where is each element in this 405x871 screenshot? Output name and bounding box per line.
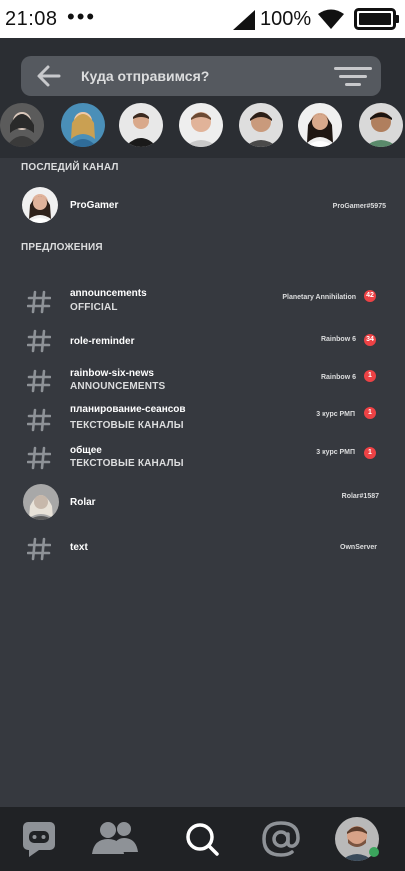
search-icon[interactable] [183,820,223,858]
item-subtitle: OFFICIAL [70,302,118,313]
status-time: 21:08 [5,8,58,30]
story-avatar-5[interactable] [239,103,283,147]
unread-badge: 1 [364,370,376,382]
friends-icon[interactable] [90,820,140,858]
item-title: общее [70,445,102,456]
item-meta: ProGamer#5975 [332,203,386,210]
unread-badge: 1 [364,447,376,459]
hash-icon [27,369,51,393]
wifi-icon [318,9,344,29]
status-dots: ••• [67,4,97,29]
item-meta: Planetary Annihilation [282,294,356,301]
item-meta: OwnServer [340,544,377,551]
hash-icon [27,329,51,353]
story-avatar-3[interactable] [119,103,163,147]
unread-badge: 42 [364,290,376,302]
last-channel-item[interactable]: ProGamer ProGamer#5975 [0,186,405,224]
item-title: rainbow-six-news [70,368,154,379]
story-avatar-4[interactable] [179,103,223,147]
suggestion-row[interactable]: rainbow-six-news ANNOUNCEMENTS Rainbow 6… [0,364,405,402]
story-avatar-1[interactable] [0,103,44,147]
hash-icon [27,446,51,470]
hash-icon [27,408,51,432]
last-channel-title: ПОСЛЕДИЙ КАНАЛ [21,162,119,173]
search-bar[interactable] [21,56,381,96]
unread-badge: 34 [364,334,376,346]
signal-icon [233,10,255,30]
suggestion-row[interactable]: Rolar Rolar#1587 [0,483,405,521]
discord-icon[interactable] [21,820,61,858]
story-avatar-6[interactable] [298,103,342,147]
hash-icon [27,290,51,314]
avatar [23,484,59,520]
back-arrow-icon[interactable] [35,64,63,88]
story-avatar-2[interactable] [61,103,105,147]
item-meta: Rolar#1587 [341,493,379,500]
item-meta: Rainbow 6 [320,374,356,381]
suggestion-row[interactable]: общее ТЕКСТОВЫЕ КАНАЛЫ 3 курс РМП 1 [0,441,405,479]
battery-icon [354,8,399,30]
suggestion-row[interactable]: announcements OFFICIAL Planetary Annihil… [0,284,405,322]
avatar [22,187,58,223]
item-title: планирование-сеансов [70,404,186,415]
story-avatar-7[interactable] [359,103,403,147]
suggestion-row[interactable]: role-reminder Rainbow 6 34 [0,325,405,363]
battery-percent: 100% [260,8,312,30]
hash-icon [27,537,51,561]
bottom-nav [0,807,405,871]
filter-icon[interactable] [334,65,372,89]
item-subtitle: ANNOUNCEMENTS [70,381,166,392]
status-bar: 21:08 ••• 100% [0,0,405,38]
item-subtitle: ТЕКСТОВЫЕ КАНАЛЫ [70,458,184,469]
mentions-icon[interactable] [261,820,301,858]
item-subtitle: ТЕКСТОВЫЕ КАНАЛЫ [70,420,184,431]
item-title: Rolar [70,497,96,508]
online-status-indicator [369,847,379,857]
suggestion-row[interactable]: text OwnServer [0,535,405,573]
item-title: announcements [70,288,147,299]
item-title: text [70,542,88,553]
item-title: ProGamer [70,200,119,211]
item-title: role-reminder [70,336,135,347]
suggestions-title: ПРЕДЛОЖЕНИЯ [21,242,103,253]
search-input[interactable] [81,56,331,96]
item-meta: Rainbow 6 [320,336,356,343]
stories-row [0,103,405,149]
suggestion-row[interactable]: планирование-сеансов ТЕКСТОВЫЕ КАНАЛЫ 3 … [0,401,405,439]
item-meta: 3 курс РМП [316,449,355,456]
item-meta: 3 курс РМП [316,411,355,418]
unread-badge: 1 [364,407,376,419]
